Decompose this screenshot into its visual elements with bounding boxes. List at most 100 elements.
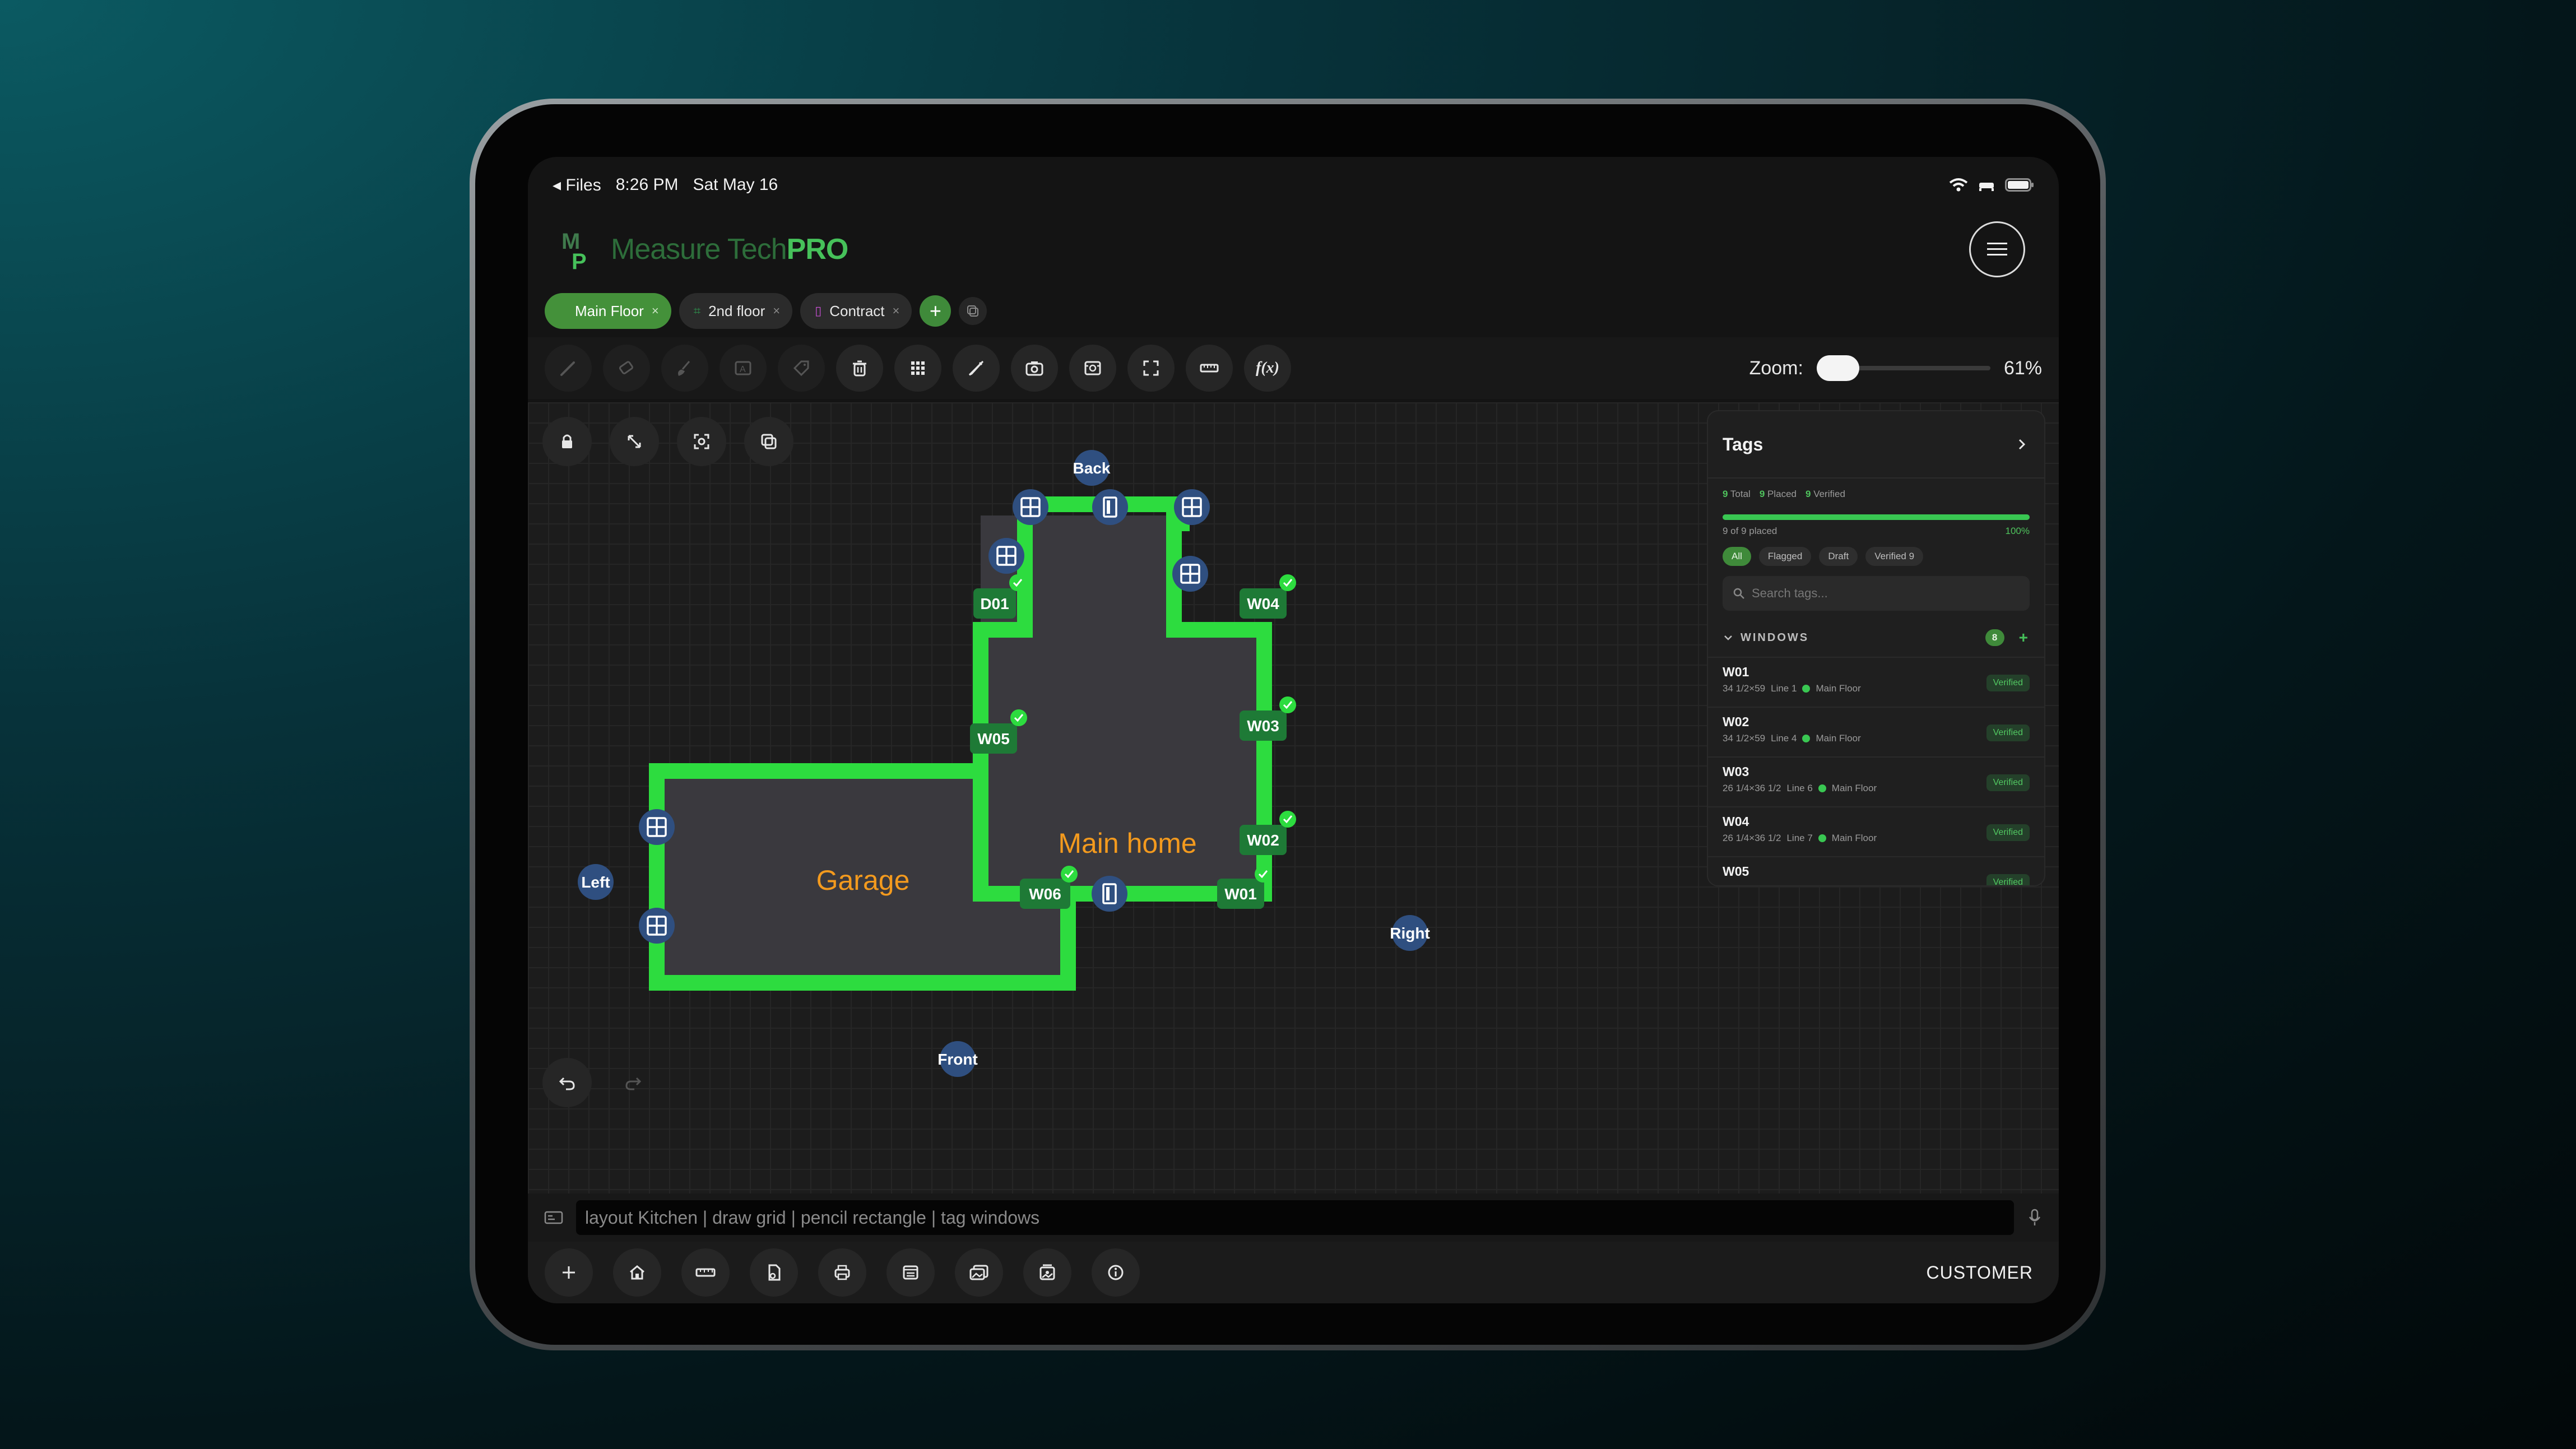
tag-row-floor: Main Floor [1816,683,1861,694]
tag-row-meta: 26 1/4×36 1/2 Line 6 Main Floor [1723,783,2030,794]
lock-button[interactable] [542,417,592,466]
measure-button[interactable] [681,1248,730,1297]
delete-tool-button[interactable] [836,345,883,392]
camera-tool-button[interactable] [1011,345,1058,392]
expand-button[interactable] [610,417,659,466]
fullscreen-tool-button[interactable] [1127,345,1175,392]
tab-2nd-floor[interactable]: ⌗ 2nd floor × [679,293,793,329]
layout-button[interactable] [886,1248,935,1297]
tag-row-size: 34 1/2×59 [1723,733,1766,744]
gallery-button[interactable] [955,1248,1003,1297]
add-tab-button[interactable]: + [920,295,952,327]
archive-button[interactable] [1023,1248,1071,1297]
tablet-frame: ◂ Files 8:26 PM Sat May 16 M P Measure T… [470,99,2106,1350]
tag-search-field[interactable]: Search tags... [1723,576,2030,611]
customer-button[interactable]: CUSTOMER [1926,1262,2033,1283]
window-marker-left-upper[interactable] [988,538,1024,574]
direction-left[interactable]: Left [578,864,614,900]
hamburger-menu-button[interactable] [1969,221,2025,277]
group-name: WINDOWS [1740,631,1809,644]
window-marker-back-right[interactable] [1174,489,1210,525]
measure-tool-button[interactable] [1186,345,1233,392]
tab-main-floor[interactable]: Main Floor × [545,293,671,329]
zoom-slider-knob[interactable] [1816,355,1859,381]
status-time: 8:26 PM [615,175,679,194]
ruler-pen-icon [968,360,984,376]
brand-main-text: Measure Tech [611,233,787,266]
tab-contract[interactable]: ▯ Contract × [800,293,912,329]
room-label-garage[interactable]: Garage [816,865,910,896]
status-badge: Verified [1986,774,2030,791]
close-tab-icon[interactable]: × [773,304,780,318]
floor-plan-canvas[interactable]: Garage Main home Back Front Left Right D… [528,402,2059,1193]
keyboard-icon[interactable] [544,1209,564,1226]
duplicate-tab-button[interactable] [959,297,987,325]
filter-draft[interactable]: Draft [1819,547,1858,566]
text-box-tool-button[interactable]: A [720,345,767,392]
printer-icon [834,1265,850,1280]
window-marker-garage-top[interactable] [639,809,675,845]
add-tag-button[interactable]: + [2019,629,2030,647]
command-input[interactable]: layout Kitchen | draw grid | pencil rect… [576,1200,2014,1235]
window-marker-right-upper[interactable] [1172,556,1208,592]
tag-tool-button[interactable] [778,345,825,392]
status-badge: Verified [1986,824,2030,841]
add-button[interactable] [545,1248,593,1297]
redo-button[interactable] [609,1058,658,1107]
hamburger-icon [1987,243,2007,256]
filter-all[interactable]: All [1723,547,1751,566]
grid-tool-button[interactable] [894,345,941,392]
chevron-right-icon[interactable] [2014,436,2030,452]
group-header-windows[interactable]: WINDOWS 8 + [1708,611,2044,657]
tag-row[interactable]: W05 Verified [1708,856,2044,885]
stat-verified: 9 Verified [1805,489,1845,500]
direction-right[interactable]: Right [1390,915,1430,951]
photo-scan-tool-button[interactable] [1069,345,1116,392]
info-button[interactable] [1092,1248,1140,1297]
tag-w02-label: W02 [1247,832,1279,849]
duplicate-button[interactable] [744,417,793,466]
close-tab-icon[interactable]: × [893,304,900,318]
eraser-tool-button[interactable] [603,345,650,392]
back-to-files-link[interactable]: ◂ Files [553,175,601,195]
filter-flagged[interactable]: Flagged [1758,547,1812,566]
tablet-bezel: ◂ Files 8:26 PM Sat May 16 M P Measure T… [475,104,2100,1345]
document-button[interactable] [750,1248,798,1297]
microphone-icon[interactable] [2026,1208,2043,1228]
filter-verified[interactable]: Verified 9 [1865,547,1924,566]
direction-front[interactable]: Front [937,1041,978,1077]
logo-mark: M P [561,229,596,274]
print-button[interactable] [818,1248,866,1297]
draw-line-tool-button[interactable] [953,345,1000,392]
zoom-slider[interactable] [1816,355,1990,381]
door-marker-front[interactable] [1092,876,1127,912]
home-button[interactable] [613,1248,661,1297]
focus-frame-icon [694,434,709,449]
tag-row-line: Line 4 [1771,733,1797,744]
pencil-tool-button[interactable] [545,345,592,392]
brush-tool-button[interactable] [661,345,708,392]
room-label-main-home[interactable]: Main home [1058,828,1196,859]
fit-to-screen-button[interactable] [677,417,726,466]
window-marker-garage-bottom[interactable] [639,908,675,944]
app-screen: ◂ Files 8:26 PM Sat May 16 M P Measure T… [528,157,2059,1303]
undo-button[interactable] [542,1058,592,1107]
photo-scan-icon [1084,361,1101,375]
tag-row[interactable]: W01 34 1/2×59 Line 1 Main Floor Verified [1708,657,2044,707]
tag-row[interactable]: W02 34 1/2×59 Line 4 Main Floor Verified [1708,707,2044,756]
door-marker-back[interactable] [1092,489,1128,525]
tag-row-id: W01 [1723,665,1749,679]
placement-progress-fill [1723,514,2030,520]
tag-row[interactable]: W04 26 1/4×36 1/2 Line 7 Main Floor Verifi… [1708,806,2044,856]
status-date: Sat May 16 [693,175,778,194]
function-icon: f(x) [1256,359,1279,377]
tag-row[interactable]: W03 26 1/4×36 1/2 Line 6 Main Floor Verifi… [1708,756,2044,806]
direction-back[interactable]: Back [1073,450,1111,486]
tab-label: Main Floor [575,302,644,319]
window-marker-back-left[interactable] [1013,489,1048,525]
function-tool-button[interactable]: f(x) [1244,345,1291,392]
plus-icon [563,1266,575,1279]
bottom-bar: CUSTOMER [528,1242,2059,1303]
tag-w04[interactable]: W04 [1240,574,1296,619]
close-tab-icon[interactable]: × [652,304,659,318]
